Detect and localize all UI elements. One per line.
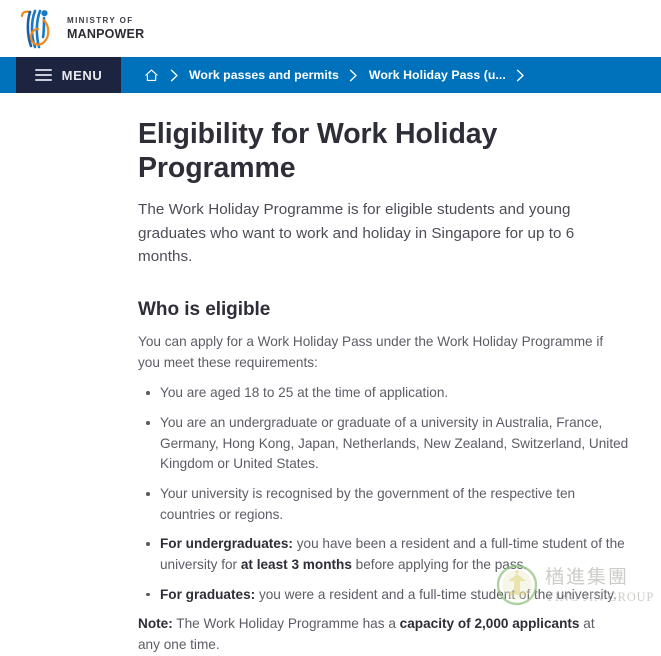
requirement-text: You are aged 18 to 25 at the time of app… xyxy=(160,385,449,401)
hamburger-icon xyxy=(34,69,52,81)
note-bold-inline: capacity of 2,000 applicants xyxy=(399,616,580,632)
intro-paragraph: The Work Holiday Programme is for eligib… xyxy=(138,201,575,265)
section-heading-who-is-eligible: Who is eligible xyxy=(138,299,271,321)
list-item: For graduates: you were a resident and a… xyxy=(146,585,631,606)
list-item: Your university is recognised by the gov… xyxy=(146,484,631,525)
breadcrumb: Work passes and permits Work Holiday Pas… xyxy=(121,57,536,93)
list-item: You are aged 18 to 25 at the time of app… xyxy=(146,383,631,404)
logo-wordmark: MINISTRY OF MANPOWER xyxy=(67,15,145,41)
requirement-bold-prefix: For undergraduates: xyxy=(160,536,293,552)
list-item: For undergraduates: you have been a resi… xyxy=(146,534,631,575)
logo-line-manpower: MANPOWER xyxy=(67,26,145,41)
menu-button[interactable]: MENU xyxy=(16,57,121,93)
site-header: MINISTRY OF MANPOWER xyxy=(0,0,661,57)
breadcrumb-item-work-passes[interactable]: Work passes and permits xyxy=(189,68,339,82)
logo-line-ministry: MINISTRY OF xyxy=(67,15,134,25)
navigation-bar: MENU Work passes and permits Work Holida… xyxy=(0,57,661,93)
requirement-text: You are an undergraduate or graduate of … xyxy=(160,415,629,472)
breadcrumb-home-icon[interactable] xyxy=(143,67,159,83)
requirement-text-part2: before applying for the pass. xyxy=(351,557,528,573)
breadcrumb-chevron-right-icon xyxy=(159,69,189,82)
list-item: You are an undergraduate or graduate of … xyxy=(146,413,631,475)
note-paragraph: Note: The Work Holiday Programme has a c… xyxy=(138,614,616,655)
note-bold-prefix: Note: xyxy=(138,616,173,632)
requirement-text: Your university is recognised by the gov… xyxy=(160,486,576,522)
page-title: Eligibility for Work Holiday Programme xyxy=(138,118,498,185)
menu-button-label: MENU xyxy=(61,67,103,83)
requirement-bold-inline: at least 3 months xyxy=(240,557,352,573)
section-lead-paragraph: You can apply for a Work Holiday Pass un… xyxy=(138,334,604,370)
requirement-bold-prefix: For graduates: xyxy=(160,586,256,602)
requirement-text: you were a resident and a full-time stud… xyxy=(255,586,617,602)
breadcrumb-item-work-holiday-pass[interactable]: Work Holiday Pass (u... xyxy=(369,68,506,82)
main-content: Eligibility for Work Holiday Programme T… xyxy=(0,93,661,656)
logo-home-link[interactable]: MINISTRY OF MANPOWER xyxy=(18,7,144,51)
breadcrumb-chevron-right-icon xyxy=(339,69,369,82)
requirements-list: You are aged 18 to 25 at the time of app… xyxy=(138,383,631,605)
ministry-of-manpower-logo-icon xyxy=(18,7,60,51)
breadcrumb-chevron-right-icon xyxy=(506,69,536,82)
note-text-part1: The Work Holiday Programme has a xyxy=(172,616,400,632)
